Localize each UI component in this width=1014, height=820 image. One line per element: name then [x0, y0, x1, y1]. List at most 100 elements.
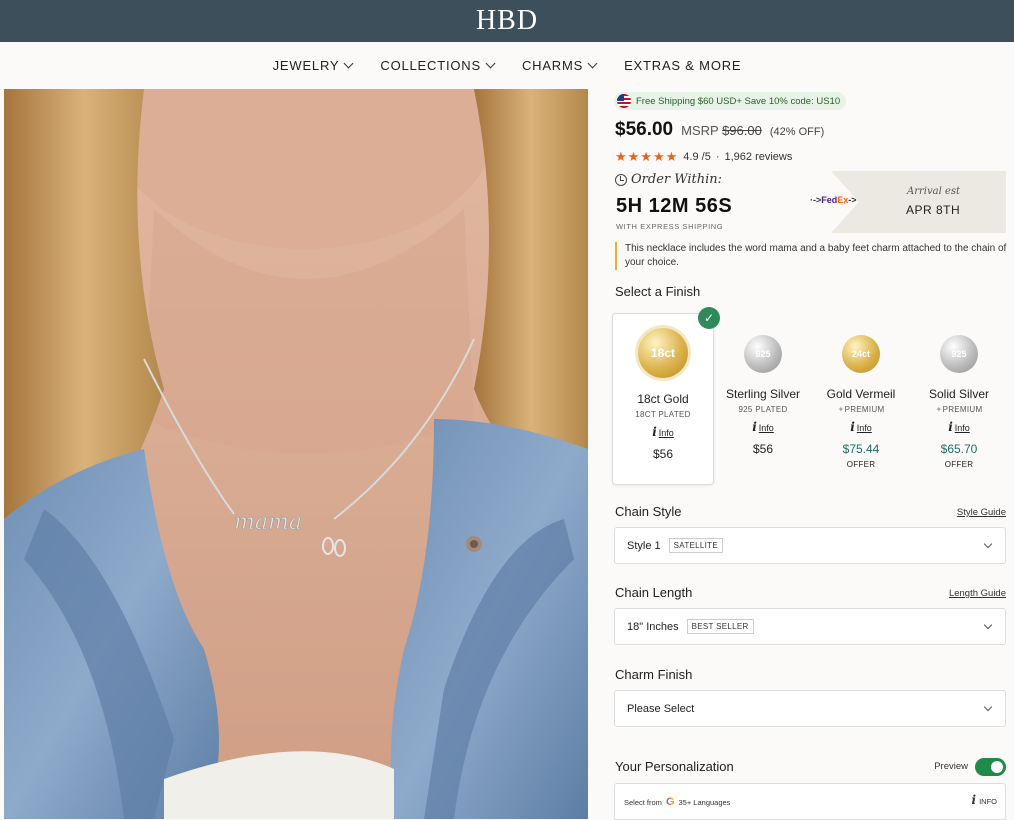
finish-option-solid-silver[interactable]: 925 Solid Silver ✦PREMIUM i Info $65.70 O…	[908, 313, 1010, 485]
language-select-label: Select from G 35+ Languages	[624, 796, 730, 808]
length-guide-link[interactable]: Length Guide	[949, 588, 1006, 599]
finish-option-gold-vermeil[interactable]: 24ct Gold Vermeil ✦PREMIUM i Info $75.44 …	[810, 313, 912, 485]
chain-length-tag: BEST SELLER	[686, 619, 754, 634]
info-label: Info	[954, 423, 970, 433]
chevron-down-icon	[587, 58, 598, 68]
personalization-title: Your Personalization	[615, 759, 734, 774]
preview-toggle[interactable]	[975, 758, 1006, 776]
us-flag-icon	[617, 94, 631, 108]
info-text: INFO	[979, 797, 997, 806]
product-photo[interactable]: mama	[4, 89, 588, 819]
msrp-label: MSRP	[681, 123, 719, 138]
arrival-label: Arrival est	[907, 186, 961, 197]
silver-coin-icon: 925	[744, 335, 782, 373]
order-within-text: Order Within:	[631, 172, 723, 187]
nav-label: EXTRAS & MORE	[624, 57, 742, 73]
info-label: Info	[758, 423, 774, 433]
finish-sub-label: PREMIUM	[844, 405, 885, 414]
finish-info-link[interactable]: i Info	[810, 420, 912, 434]
info-icon: i	[652, 425, 657, 439]
chain-length-value: 18" Inches	[627, 620, 679, 633]
finish-name: Sterling Silver	[725, 387, 801, 401]
finish-price: $56	[652, 447, 674, 461]
style-guide-link[interactable]: Style Guide	[957, 507, 1006, 518]
gold-coin-icon: 18ct	[638, 328, 688, 378]
price-row: $56.00 MSRP $96.00 (42% OFF)	[615, 119, 824, 141]
finish-option-18ct-gold[interactable]: ✓ 18ct 18ct Gold 18CT PLATED i Info $56	[612, 307, 720, 485]
fedex-ex: Ex	[837, 195, 849, 205]
finish-sub: ✦PREMIUM	[908, 405, 1010, 414]
nav-label: COLLECTIONS	[380, 57, 481, 73]
product-description: This necklace includes the word mama and…	[615, 242, 1009, 270]
nav-extras[interactable]: EXTRAS & MORE	[624, 58, 741, 73]
charm-finish-select[interactable]: Please Select	[614, 690, 1006, 727]
express-shipping-note: WITH EXPRESS SHIPPING	[616, 222, 724, 231]
silver-coin-icon: 925	[940, 335, 978, 373]
info-icon: i	[752, 420, 757, 434]
finish-info-link[interactable]: i Info	[613, 425, 713, 439]
countdown-timer: 5H 12M 56S	[616, 195, 733, 217]
finish-price: $56	[752, 442, 774, 456]
chevron-down-icon	[983, 620, 993, 630]
offer-label: OFFER	[944, 460, 974, 469]
offer-label: OFFER	[846, 460, 876, 469]
gold-coin-icon: 24ct	[842, 335, 880, 373]
chevron-down-icon	[983, 539, 993, 549]
nav-collections[interactable]: COLLECTIONS	[380, 57, 496, 73]
rating-score: 4.9 /5	[683, 151, 711, 163]
info-label: Info	[658, 428, 674, 438]
charm-finish-title: Charm Finish	[615, 667, 693, 682]
rating-row[interactable]: ★★★★★ 4.9 /5 · 1,962 reviews	[615, 149, 792, 165]
order-within-label: Order Within:	[615, 172, 722, 187]
product-details-panel: Free Shipping $60 USD+ Save 10% code: US…	[612, 88, 1014, 820]
finish-options: ✓ 18ct 18ct Gold 18CT PLATED i Info $56 9…	[612, 307, 1014, 485]
msrp-value: $96.00	[722, 123, 762, 138]
lang-prefix: Select from	[624, 797, 662, 807]
info-label: Info	[856, 423, 872, 433]
main-nav: JEWELRY COLLECTIONS CHARMS EXTRAS & MORE	[0, 42, 1014, 88]
language-info-link[interactable]: i INFO	[972, 793, 997, 807]
star-rating-icon: ★★★★★	[615, 149, 679, 164]
review-count[interactable]: 1,962 reviews	[725, 151, 793, 163]
info-icon: i	[948, 420, 953, 434]
clock-icon	[615, 173, 627, 186]
info-icon: i	[971, 793, 977, 807]
chain-style-select[interactable]: Style 1 SATELLITE	[614, 527, 1006, 564]
chain-style-title: Chain Style	[615, 504, 682, 519]
finish-price: $75.44	[842, 442, 880, 456]
chain-style-tag: SATELLITE	[668, 538, 723, 553]
info-icon: i	[850, 420, 855, 434]
fedex-prefix: ·->	[810, 195, 822, 205]
finish-name: Gold Vermeil	[826, 387, 896, 401]
fedex-logo: ·->FedEx->	[810, 195, 857, 205]
lang-suffix: 35+ Languages	[678, 797, 731, 807]
finish-info-link[interactable]: i Info	[712, 420, 814, 434]
arrival-date: APR 8TH	[906, 203, 961, 217]
finish-info-link[interactable]: i Info	[908, 420, 1010, 434]
discount-percent: (42% OFF)	[769, 126, 825, 138]
chevron-down-icon	[485, 58, 496, 68]
free-shipping-text: Free Shipping $60 USD+ Save 10% code: US…	[636, 95, 841, 107]
nav-charms[interactable]: CHARMS	[522, 58, 598, 73]
current-price: $56.00	[615, 119, 674, 140]
finish-sub: 925 PLATED	[738, 405, 788, 414]
sparkle-icon: ✦	[837, 405, 845, 414]
brand-logo[interactable]: HBD	[476, 5, 538, 37]
chevron-down-icon	[983, 702, 993, 712]
finish-name: Solid Silver	[928, 387, 990, 401]
charm-text: mama	[234, 510, 302, 535]
chevron-down-icon	[343, 58, 354, 68]
free-shipping-banner[interactable]: Free Shipping $60 USD+ Save 10% code: US…	[614, 92, 847, 110]
chain-style-value: Style 1	[627, 539, 661, 552]
model-wearing-necklace-image: mama	[4, 89, 588, 819]
top-header: HBD	[0, 0, 1014, 42]
sparkle-icon: ✦	[935, 405, 943, 414]
finish-name: 18ct Gold	[637, 392, 689, 406]
nav-jewelry[interactable]: JEWELRY	[273, 58, 354, 73]
msrp: MSRP $96.00	[681, 123, 762, 138]
finish-price: $65.70	[940, 442, 978, 456]
chain-length-select[interactable]: 18" Inches BEST SELLER	[614, 608, 1006, 645]
language-select[interactable]: Select from G 35+ Languages i INFO	[614, 783, 1006, 820]
rating-value: 4.9	[683, 151, 699, 163]
finish-option-sterling-silver[interactable]: 925 Sterling Silver 925 PLATED i Info $56	[712, 313, 814, 485]
